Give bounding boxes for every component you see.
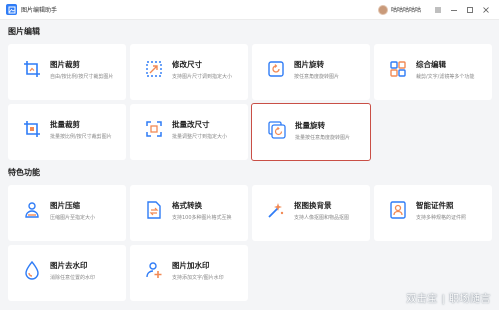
- card-desc: 支持100多种图片格式互换: [172, 215, 232, 221]
- compress-icon: [22, 200, 42, 220]
- card-title: 修改尺寸: [172, 60, 202, 69]
- section-title-features: 特色功能: [8, 168, 40, 177]
- card-desc: 压缩图片至指定大小: [50, 215, 96, 221]
- card-image-crop[interactable]: 图片裁剪 自由/按比例/按尺寸裁剪图片: [8, 44, 126, 100]
- close-button[interactable]: [479, 3, 493, 17]
- card-title: 抠图换背景: [294, 201, 332, 210]
- card-desc: 裁剪/文字/滤镜等多个功能: [416, 74, 475, 80]
- card-desc: 支持多种规格的证件照: [416, 215, 467, 221]
- batch-resize-icon: [144, 119, 164, 139]
- card-desc: 支持人像抠图和物品抠图: [294, 215, 350, 221]
- card-title: 批量改尺寸: [172, 120, 210, 129]
- card-batch-rotate[interactable]: 批量旋转 批量按任意角度旋转图片: [251, 103, 371, 161]
- card-rotate[interactable]: 图片旋转 按任意角度旋转图片: [252, 44, 370, 100]
- card-title: 批量旋转: [295, 121, 325, 130]
- crop-icon: [22, 59, 42, 79]
- cutout-icon: [266, 200, 286, 220]
- card-resize[interactable]: 修改尺寸 支持图片尺寸调到指定大小: [130, 44, 248, 100]
- card-title: 图片裁剪: [50, 60, 80, 69]
- remove-watermark-icon: [22, 260, 42, 280]
- card-title: 图片旋转: [294, 60, 324, 69]
- app-logo-icon: [6, 4, 17, 15]
- watermark-text: 双击宝 | 职场随言: [406, 294, 491, 305]
- card-title: 图片去水印: [50, 261, 88, 270]
- card-title: 综合编辑: [416, 60, 446, 69]
- menu-icon: [435, 7, 441, 12]
- card-batch-crop[interactable]: 批量裁剪 批量按比例/按尺寸裁剪图片: [8, 104, 126, 160]
- card-desc: 按任意角度旋转图片: [294, 74, 340, 80]
- card-cutout-background[interactable]: 抠图换背景 支持人像抠图和物品抠图: [252, 185, 370, 241]
- minimize-button[interactable]: [447, 3, 461, 17]
- card-desc: 支持图片尺寸调到指定大小: [172, 74, 233, 80]
- add-watermark-icon: [144, 260, 164, 280]
- edit-grid-icon: [388, 59, 408, 79]
- card-desc: 批量按比例/按尺寸裁剪图片: [50, 134, 112, 140]
- rotate-icon: [266, 59, 286, 79]
- app-title: 图片编辑助手: [21, 7, 58, 14]
- username[interactable]: 咕咕咕咕咕: [391, 5, 421, 14]
- card-title: 图片加水印: [172, 261, 210, 270]
- card-batch-resize[interactable]: 批量改尺寸 批量调整尺寸到指定大小: [130, 104, 248, 160]
- card-desc: 批量调整尺寸到指定大小: [172, 134, 228, 140]
- id-photo-icon: [388, 200, 408, 220]
- maximize-icon: [467, 6, 473, 13]
- card-desc: 自由/按比例/按尺寸裁剪图片: [50, 74, 114, 80]
- card-title: 批量裁剪: [50, 120, 80, 129]
- batch-rotate-icon: [267, 120, 287, 140]
- card-title: 智能证件照: [416, 201, 454, 210]
- card-title: 图片压缩: [50, 201, 80, 210]
- batch-crop-icon: [22, 119, 42, 139]
- minimize-icon: [451, 9, 457, 11]
- card-comprehensive-edit[interactable]: 综合编辑 裁剪/文字/滤镜等多个功能: [374, 44, 492, 100]
- card-remove-watermark[interactable]: 图片去水印 消除任意位置的水印: [8, 245, 126, 301]
- user-avatar[interactable]: [377, 4, 388, 15]
- title-bar: 图片编辑助手 咕咕咕咕咕: [0, 0, 499, 20]
- card-add-watermark[interactable]: 图片加水印 支持添加文字/图片水印: [130, 245, 248, 301]
- card-desc: 支持添加文字/图片水印: [172, 275, 224, 281]
- section-title-editing: 图片编辑: [8, 27, 40, 36]
- card-desc: 批量按任意角度旋转图片: [295, 135, 351, 141]
- card-desc: 消除任意位置的水印: [50, 275, 96, 281]
- menu-button[interactable]: [431, 3, 445, 17]
- card-id-photo[interactable]: 智能证件照 支持多种规格的证件照: [374, 185, 492, 241]
- convert-icon: [144, 200, 164, 220]
- resize-icon: [144, 59, 164, 79]
- card-title: 格式转换: [172, 201, 202, 210]
- close-icon: [483, 6, 489, 13]
- maximize-button[interactable]: [463, 3, 477, 17]
- card-compress[interactable]: 图片压缩 压缩图片至指定大小: [8, 185, 126, 241]
- card-format-convert[interactable]: 格式转换 支持100多种图片格式互换: [130, 185, 248, 241]
